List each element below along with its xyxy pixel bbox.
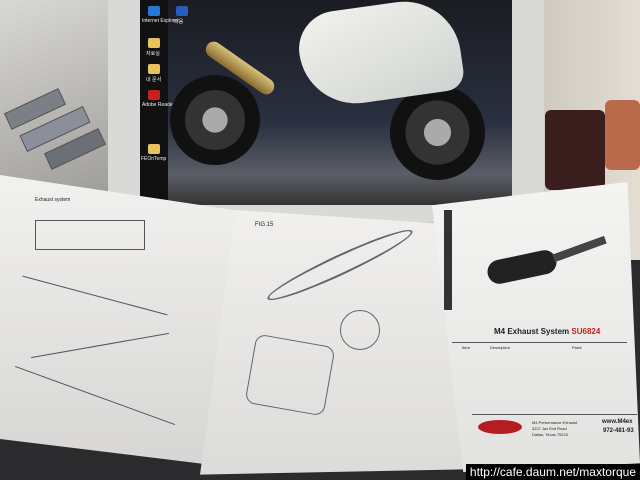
manual-header: Exhaust system <box>35 197 71 203</box>
diagram-line <box>22 275 168 316</box>
motorcycle-rear-wheel <box>170 75 260 165</box>
exhaust-pipe-drawing <box>263 222 417 308</box>
watermark: http://cafe.daum.net/maxtorque <box>465 464 640 480</box>
muffler-image <box>485 247 559 287</box>
caution-box <box>35 220 145 250</box>
link-pipe-image <box>552 235 607 263</box>
column-header: Part# <box>572 345 582 350</box>
daum-icon[interactable] <box>176 6 188 16</box>
folder-icon[interactable] <box>148 38 160 48</box>
desktop-icon-label: Adobe Reader <box>142 102 175 108</box>
paper-m4-exhaust-sheet: M4 Exhaust System SU6824 Item Descriptio… <box>432 182 640 472</box>
paper-parts-diagram: FIG.15 <box>200 210 470 475</box>
company-website: www.M4ex <box>602 419 633 425</box>
desktop-icon-label: 내 문서 <box>146 77 162 83</box>
product-title: M4 Exhaust System SU6824 <box>494 327 600 336</box>
diagram-line <box>14 365 176 426</box>
company-address: 3227 Jax Exit Road <box>532 426 567 431</box>
footer-rule <box>472 414 637 415</box>
desktop-icon-label: FEOnTemp <box>141 156 167 162</box>
motorcycle-front-wheel <box>390 85 485 180</box>
monitor-screen: Internet Explorer 다음 자료실 내 문서 Adobe Read… <box>140 0 512 205</box>
figure-label: FIG.15 <box>255 222 274 228</box>
company-city: Dallas, Texas 75220 <box>532 432 568 437</box>
header-drawing <box>244 333 336 417</box>
paper-service-manual: Exhaust system <box>0 175 240 466</box>
part-number: SU6824 <box>571 327 601 336</box>
internet-explorer-icon[interactable] <box>148 6 160 16</box>
table-rule <box>452 342 627 343</box>
part-drawing <box>340 310 380 350</box>
diagram-line <box>30 332 170 359</box>
column-header: Item <box>462 345 470 350</box>
company-phone: 972-481-93 <box>603 428 634 434</box>
desktop-icon-label: 다음 <box>174 19 184 25</box>
folder-icon[interactable] <box>148 64 160 74</box>
desk-object <box>605 100 640 170</box>
desk-object <box>545 110 605 190</box>
monitor: Internet Explorer 다음 자료실 내 문서 Adobe Read… <box>108 0 544 222</box>
product-photo <box>444 210 607 310</box>
desktop-icon-label: 자료실 <box>146 51 160 57</box>
column-header: Description <box>490 345 511 350</box>
m4-logo <box>478 420 522 434</box>
folder-icon[interactable] <box>148 144 160 154</box>
title-text: M4 Exhaust System <box>494 327 570 336</box>
adobe-reader-icon[interactable] <box>148 90 160 100</box>
company-name: M4 Performance Exhaust <box>532 420 578 425</box>
